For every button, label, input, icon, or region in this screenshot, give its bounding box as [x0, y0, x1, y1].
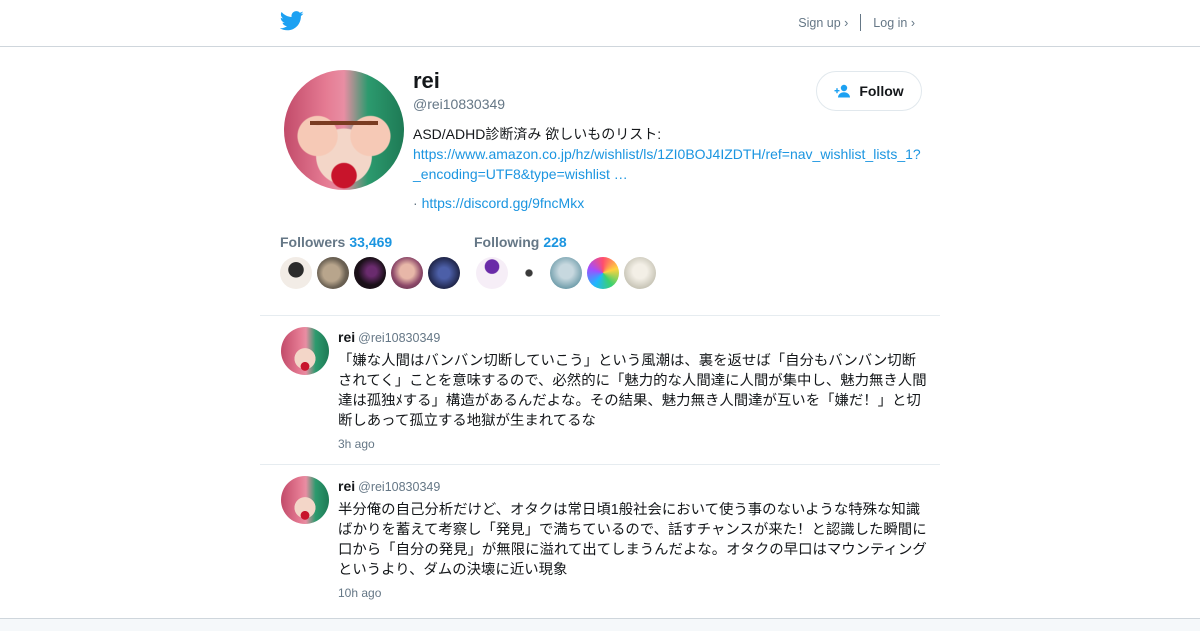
tweet-text: 「嫌な人間はバンバン切断していこう」という風潮は、裏を返せば「自分もバンバン切断…: [338, 353, 927, 429]
following-avatar[interactable]: [587, 257, 619, 289]
following-avatar[interactable]: [550, 257, 582, 289]
tweet[interactable]: rei @rei10830349 半分俺の自己分析だけど、オタクは常日頃1般社会に…: [260, 476, 940, 606]
following-label: Following: [474, 234, 540, 250]
auth-divider: [860, 14, 862, 31]
followers-label: Followers: [280, 234, 346, 250]
following-count: 228: [543, 234, 567, 250]
bio-wishlist-link[interactable]: https://www.amazon.co.jp/hz/wishlist/ls/…: [413, 144, 933, 184]
follower-avatar[interactable]: [280, 257, 312, 289]
follower-avatar[interactable]: [317, 257, 349, 289]
follow-button[interactable]: Follow: [816, 71, 922, 111]
followers-stat[interactable]: Followers 33,469: [280, 234, 392, 250]
tweet-author-name[interactable]: rei: [338, 329, 355, 345]
bio-text: ASD/ADHD診断済み 欲しいものリスト:: [413, 126, 662, 142]
tweet-header: rei @rei10830349: [338, 329, 440, 345]
add-user-icon: [834, 84, 851, 98]
tweet-author-name[interactable]: rei: [338, 478, 355, 494]
follower-avatar[interactable]: [354, 257, 386, 289]
follower-avatar[interactable]: [428, 257, 460, 289]
tweet-text: 半分俺の自己分析だけど、オタクは常日頃1般社会において使う事のないような特殊な知…: [338, 502, 927, 578]
following-avatar[interactable]: [624, 257, 656, 289]
top-bar: Sign up › Log in ›: [0, 0, 1200, 47]
timeline-divider: [260, 464, 940, 465]
tweet-avatar[interactable]: [281, 327, 329, 375]
bio-dot: ·: [413, 195, 418, 211]
auth-links: Sign up › Log in ›: [798, 14, 915, 31]
timeline-divider: [260, 315, 940, 316]
tweet-timestamp[interactable]: 3h ago: [338, 437, 375, 451]
following-stat[interactable]: Following 228: [474, 234, 567, 250]
login-link[interactable]: Log in ›: [873, 16, 915, 30]
profile-handle: @rei10830349: [413, 96, 506, 112]
tweet[interactable]: rei @rei10830349 「嫌な人間はバンバン切断していこう」という風潮は…: [260, 327, 940, 457]
profile-name: rei: [413, 68, 440, 93]
tweet-avatar[interactable]: [281, 476, 329, 524]
profile-avatar[interactable]: [284, 70, 404, 190]
following-avatar[interactable]: [476, 257, 508, 289]
bio-discord-link[interactable]: https://discord.gg/9fncMkx: [422, 195, 585, 211]
followers-count: 33,469: [349, 234, 393, 250]
following-avatar[interactable]: [513, 257, 545, 289]
profile-bio: ASD/ADHD診断済み 欲しいものリスト: https://www.amazo…: [413, 124, 933, 213]
follower-avatar[interactable]: [391, 257, 423, 289]
twitter-bird-icon[interactable]: [280, 11, 304, 31]
follow-label: Follow: [859, 83, 904, 99]
following-thumbnails: [476, 257, 656, 289]
tweet-author-handle[interactable]: @rei10830349: [358, 480, 440, 494]
bottom-bar: [0, 618, 1200, 631]
bio-line-2: · https://discord.gg/9fncMkx: [413, 193, 933, 213]
tweet-header: rei @rei10830349: [338, 478, 440, 494]
signup-link[interactable]: Sign up ›: [798, 16, 848, 30]
tweet-author-handle[interactable]: @rei10830349: [358, 331, 440, 345]
followers-thumbnails: [280, 257, 460, 289]
tweet-timestamp[interactable]: 10h ago: [338, 586, 381, 600]
